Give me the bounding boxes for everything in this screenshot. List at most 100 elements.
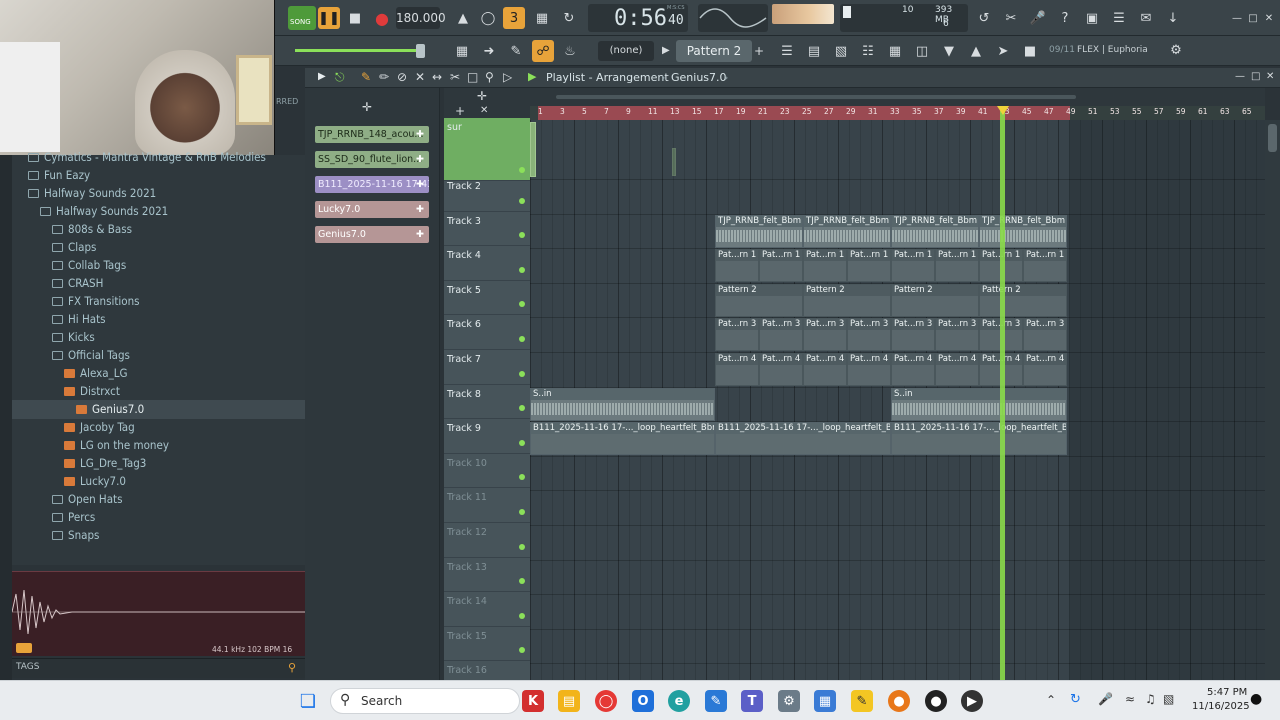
tray-sync-icon[interactable]: ↻ (1070, 692, 1081, 707)
zoom-tool-icon[interactable]: ⚲ (485, 70, 494, 84)
playlist-maximize-icon[interactable]: □ (1251, 71, 1260, 82)
horizontal-scroll-area[interactable] (530, 88, 1265, 106)
timeline-ruler[interactable]: 1357911131517192123252729313335373941434… (530, 106, 1265, 120)
pattern-prev-icon[interactable]: ▶ (662, 41, 674, 61)
chat-icon[interactable]: ✉ (1135, 7, 1157, 29)
pattern-clip[interactable]: Pat...rn 3 (935, 318, 979, 352)
stamp-icon[interactable]: ♨ (559, 40, 581, 62)
track-active-dot[interactable] (519, 612, 525, 619)
audio-clip[interactable] (672, 148, 676, 176)
clip-source-add-icon[interactable]: ✚ (413, 126, 427, 143)
clip-source-item[interactable]: Genius7.0 ✚ (315, 226, 429, 243)
browser-item[interactable]: Fun Eazy (12, 166, 305, 185)
slice-tool-icon[interactable]: ✂ (450, 70, 460, 84)
track-active-dot[interactable] (519, 335, 525, 342)
track-active-dot[interactable] (519, 301, 525, 308)
track-active-dot[interactable] (519, 508, 525, 515)
master-volume-slider[interactable] (295, 49, 420, 52)
track-header[interactable]: Track 7 (444, 350, 530, 385)
tray-mic-icon[interactable]: 🎤 (1098, 692, 1113, 706)
undo-icon[interactable]: ↺ (973, 7, 995, 29)
audio-clip[interactable]: TJP_RRNB_felt_Bbm (979, 214, 1067, 248)
pattern-clip[interactable]: Pat...rn 4 (847, 353, 891, 386)
track-active-dot[interactable] (519, 232, 525, 239)
playlist-menu-arrow-icon[interactable]: ▶ (318, 71, 326, 82)
sticky-notes-icon[interactable]: ✎ (851, 690, 873, 712)
snap-select[interactable]: (none) (598, 41, 654, 61)
taskbar-date[interactable]: 11/16/2025 (1192, 701, 1250, 712)
pattern-clip[interactable]: Pattern 2 (979, 283, 1067, 317)
track-active-dot[interactable] (519, 647, 525, 654)
track-active-dot[interactable] (519, 439, 525, 446)
clip-source-add-icon[interactable]: ✚ (413, 226, 427, 243)
browser-window-icon[interactable]: ◫ (911, 40, 933, 62)
sample-play-icon[interactable] (16, 643, 32, 653)
fl-studio-icon[interactable]: ● (888, 690, 910, 712)
paint-tool-icon[interactable]: ✏ (379, 70, 389, 84)
playlist-minimize-icon[interactable]: — (1235, 71, 1245, 82)
audio-clip[interactable]: B111_2025-11-16 17-..._loop_heartfelt_Bb… (530, 422, 715, 456)
draw-tool-icon[interactable]: ✎ (361, 70, 371, 84)
pattern-clip[interactable]: Pat...rn 1 (803, 249, 847, 283)
wait-for-input-icon[interactable]: ◯ (477, 7, 499, 29)
add-track-icon[interactable]: + (455, 104, 465, 118)
pattern-clip[interactable]: Pat...rn 1 (1023, 249, 1067, 283)
clip-source-add-icon[interactable]: ✚ (413, 151, 427, 168)
track-header[interactable]: Track 4 (444, 246, 530, 281)
audio-clip[interactable]: TJP_RRNB_felt_Bbm (715, 214, 803, 248)
pattern-selector[interactable]: Pattern 2 (676, 40, 752, 62)
browser-item[interactable]: Lucky7.0 (12, 472, 305, 491)
plugin-icon[interactable]: ▼ (938, 40, 960, 62)
browser-item[interactable]: Cymatics - Mantra Vintage & RnB Melodies (12, 148, 305, 167)
clip-source-item[interactable]: B111_2025-11-16 17-43-...✚ (315, 176, 429, 193)
pattern-clip[interactable]: Pat...rn 4 (715, 353, 759, 386)
taskbar-time[interactable]: 5:47 PM (1207, 687, 1247, 698)
browser-item[interactable]: LG on the money (12, 436, 305, 455)
playlist-grid[interactable]: TJP_RRNB_felt_Bbm TJP_RRNB_felt_Bbm TJP_RR… (530, 120, 1265, 699)
track-header[interactable]: Track 9 (444, 419, 530, 454)
save-icon[interactable]: ▣ (1081, 7, 1103, 29)
record-button[interactable]: ● (371, 7, 393, 29)
obs-icon[interactable]: ● (925, 690, 947, 712)
clip-source-add-icon[interactable]: ✚ (413, 201, 427, 218)
audio-clip[interactable]: TJP_RRNB_felt_Bbm (891, 214, 979, 248)
audio-clip[interactable]: S..in (891, 387, 1067, 421)
teams-icon[interactable]: T (741, 690, 763, 712)
channel-rack-icon[interactable]: ▤ (803, 40, 825, 62)
track-header[interactable]: Track 15 (444, 627, 530, 662)
track-active-dot[interactable] (519, 166, 525, 173)
browser-item[interactable]: Distrxct (12, 382, 305, 401)
browser-item[interactable]: 808s & Bass (12, 220, 305, 239)
pencil-tool-icon[interactable]: ✎ (505, 40, 527, 62)
k-app-icon[interactable]: K (522, 690, 544, 712)
pattern-clip[interactable]: Pat...rn 1 (847, 249, 891, 283)
audio-clip[interactable] (530, 122, 536, 177)
playhead[interactable] (1000, 106, 1005, 680)
midi-icon[interactable]: ➤ (992, 40, 1014, 62)
audio-clip[interactable]: S..in (530, 387, 715, 421)
tags-bar[interactable]: TAGS ⚲ (12, 658, 305, 678)
tempo-display[interactable]: 180.000 (396, 7, 446, 29)
slip-tool-icon[interactable]: ↔ (432, 70, 442, 84)
play-button[interactable]: ❚❚ (318, 7, 340, 29)
browser-item[interactable]: Percs (12, 508, 305, 527)
browser-item[interactable]: Hi Hats (12, 310, 305, 329)
magnet-icon[interactable]: ⎋ (335, 70, 345, 85)
snap-link-icon[interactable]: ☍ (532, 40, 554, 62)
pattern-clip[interactable]: Pat...rn 3 (715, 318, 759, 352)
loop-record-icon[interactable]: ↻ (558, 7, 580, 29)
notepad-icon[interactable]: ✎ (705, 690, 727, 712)
microphone-icon[interactable]: 🎤 (1027, 7, 1049, 29)
pattern-clip[interactable]: Pat...rn 4 (759, 353, 803, 386)
track-active-dot[interactable] (519, 370, 525, 377)
pattern-clip[interactable]: Pat...rn 3 (847, 318, 891, 352)
clip-source-add-icon[interactable]: ✚ (413, 176, 427, 193)
playlist-icon[interactable]: ☰ (776, 40, 798, 62)
song-mode-toggle[interactable]: SONG (288, 6, 316, 30)
delete-tool-icon[interactable]: ⊘ (397, 70, 407, 84)
remove-track-icon[interactable]: ✕ (480, 105, 488, 116)
clip-source-item[interactable]: Lucky7.0 ✚ (315, 201, 429, 218)
pattern-clip[interactable]: Pat...rn 1 (891, 249, 935, 283)
track-header[interactable]: Track 5 (444, 281, 530, 316)
play-arrow-icon[interactable]: ▶ (528, 70, 536, 83)
